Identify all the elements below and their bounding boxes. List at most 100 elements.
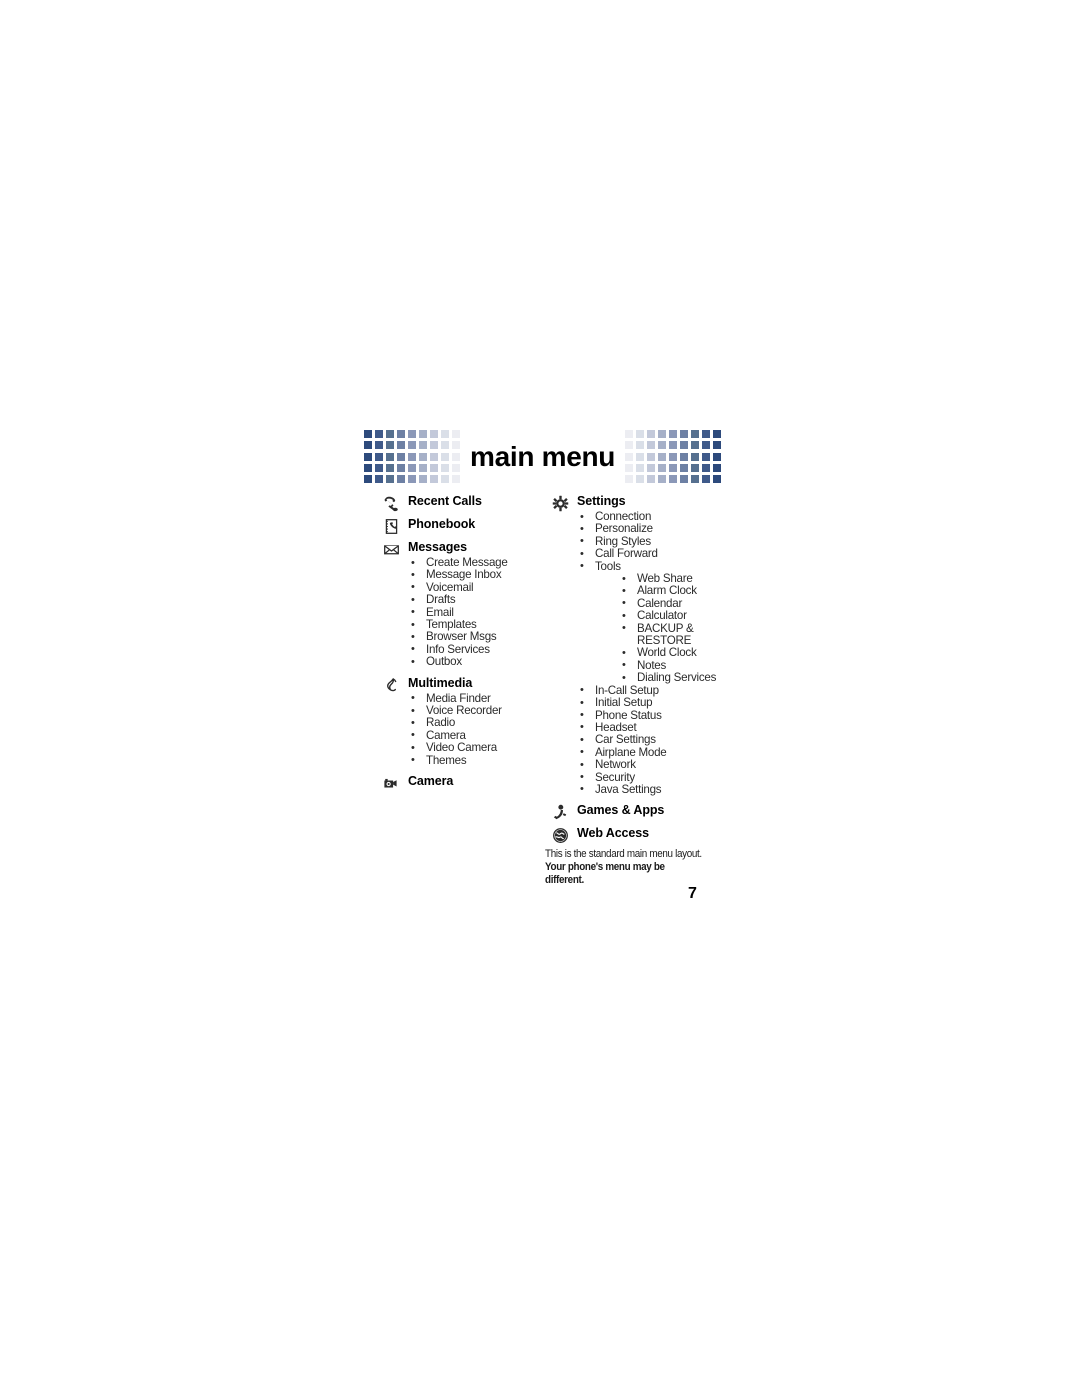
banner-pattern-cell: [386, 463, 394, 472]
banner-pattern-row: [625, 463, 722, 472]
banner-pattern-cell: [441, 463, 449, 472]
banner-pattern-row: [625, 430, 722, 438]
menu-section-games-apps[interactable]: Games & Apps: [552, 803, 732, 820]
menu-item[interactable]: Java Settings: [578, 783, 732, 796]
banner-pattern-row: [364, 452, 460, 461]
banner-pattern-cell: [713, 463, 722, 472]
banner-pattern-cell: [691, 430, 700, 438]
banner-pattern-row: [625, 475, 722, 483]
menu-item-list: Media FinderVoice RecorderRadioCameraVid…: [409, 692, 548, 767]
menu-section-messages[interactable]: Messages: [383, 540, 548, 556]
banner-pattern-cell: [680, 441, 689, 450]
menu-section-label: Settings: [577, 494, 626, 508]
gear-icon: [552, 495, 569, 512]
banner-pattern-cell: [375, 430, 383, 438]
menu-subitem-label: Calendar: [637, 596, 683, 610]
banner-pattern-cell: [408, 430, 416, 438]
menu-section-settings[interactable]: Settings: [552, 494, 732, 512]
banner-pattern-cell: [658, 463, 667, 472]
banner-pattern-cell: [625, 441, 634, 450]
banner-pattern-cell: [452, 441, 460, 450]
menu-item-label: Templates: [426, 618, 477, 632]
banner-pattern-cell: [702, 452, 711, 461]
menu-item[interactable]: ToolsWeb ShareAlarm ClockCalendarCalcula…: [578, 559, 732, 685]
menu-subitem[interactable]: BACKUP & RESTORE: [620, 622, 732, 648]
menu-item-label: Create Message: [426, 556, 508, 569]
menu-item-label: Ring Styles: [595, 534, 651, 548]
menu-item-label: Network: [595, 758, 636, 772]
banner-pattern-cell: [636, 452, 645, 461]
menu-section-phonebook[interactable]: Phonebook: [383, 517, 548, 534]
menu-item-label: In-Call Setup: [595, 683, 659, 697]
menu-item-label: Headset: [595, 720, 637, 734]
banner-pattern-cell: [625, 475, 634, 483]
banner-pattern-cell: [408, 463, 416, 472]
banner-pattern-cell: [647, 475, 656, 483]
banner-pattern-cell: [680, 452, 689, 461]
banner-pattern-cell: [647, 430, 656, 438]
menu-column-left: Recent Calls Phonebook Messages Create Mess…: [383, 494, 548, 791]
banner-pattern-cell: [669, 441, 678, 450]
banner-pattern-row: [625, 441, 722, 450]
banner-pattern-cell: [702, 430, 711, 438]
banner-pattern-cell: [397, 441, 405, 450]
banner-pattern-cell: [691, 475, 700, 483]
menu-subitem-label: Notes: [637, 658, 667, 672]
menu-section-recent-calls[interactable]: Recent Calls: [383, 494, 548, 512]
banner-pattern-cell: [397, 430, 405, 438]
banner-pattern-cell: [430, 452, 438, 461]
menu-item-label: Airplane Mode: [595, 745, 667, 759]
banner-pattern-cell: [658, 430, 667, 438]
banner-pattern-cell: [636, 475, 645, 483]
menu-section-web-access[interactable]: Web Access: [552, 826, 732, 844]
menu-item-label: Drafts: [426, 593, 456, 607]
menu-section-label: Multimedia: [408, 675, 473, 690]
banner-right-bar: [721, 428, 730, 485]
banner-pattern-cell: [397, 475, 405, 483]
menu-item-label: Tools: [595, 559, 621, 573]
banner-pattern-cell: [669, 430, 678, 438]
banner-pattern-cell: [452, 475, 460, 483]
menu-section-label: Games & Apps: [577, 803, 665, 818]
menu-column-right: Settings ConnectionPersonalizeRing Styles…: [552, 494, 732, 844]
menu-section-label: Recent Calls: [408, 494, 482, 508]
banner-pattern-row: [364, 475, 460, 483]
menu-item[interactable]: Themes: [409, 754, 548, 767]
banner-pattern-cell: [441, 475, 449, 483]
banner-pattern-cell: [375, 463, 383, 472]
banner-pattern-cell: [658, 475, 667, 483]
menu-item-label: Info Services: [426, 642, 490, 656]
banner-pattern-cell: [452, 463, 460, 472]
banner-left-bar: [355, 428, 364, 485]
banner-pattern-cell: [680, 475, 689, 483]
menu-item-list: ConnectionPersonalizeRing StylesCall For…: [578, 510, 732, 796]
menu-subitem-list: Web ShareAlarm ClockCalendarCalculatorBA…: [620, 572, 732, 685]
banner-pattern-row: [625, 452, 722, 461]
banner-pattern-cell: [364, 452, 372, 461]
menu-item-label: Video Camera: [426, 741, 497, 755]
banner-pattern-cell: [397, 463, 405, 472]
menu-section-label: Messages: [408, 540, 467, 554]
menu-section-multimedia[interactable]: Multimedia: [383, 676, 548, 692]
banner-pattern-cell: [452, 430, 460, 438]
menu-section-camera[interactable]: Camera: [383, 774, 548, 790]
page-number: 7: [688, 885, 697, 902]
camera-icon: [383, 775, 400, 790]
banner-pattern-cell: [636, 441, 645, 450]
menu-subitem-label: Web Share: [637, 572, 693, 586]
banner-pattern-cell: [691, 452, 700, 461]
banner-pattern-cell: [441, 441, 449, 450]
banner-pattern-cell: [386, 430, 394, 438]
menu-item-label: Outbox: [426, 655, 462, 669]
menu-subitem-label: Alarm Clock: [637, 584, 697, 598]
banner-pattern-cell: [647, 452, 656, 461]
banner-pattern-cell: [669, 452, 678, 461]
banner-pattern-cell: [713, 441, 722, 450]
footnote: This is the standard main menu layout. Y…: [545, 848, 745, 887]
banner-pattern-cell: [658, 452, 667, 461]
menu-subitem-label: Calculator: [637, 609, 687, 623]
menu-item[interactable]: Outbox: [409, 655, 548, 669]
menu-item-label: Phone Status: [595, 708, 662, 722]
banner-pattern-cell: [419, 475, 427, 483]
banner-pattern-cell: [430, 430, 438, 438]
